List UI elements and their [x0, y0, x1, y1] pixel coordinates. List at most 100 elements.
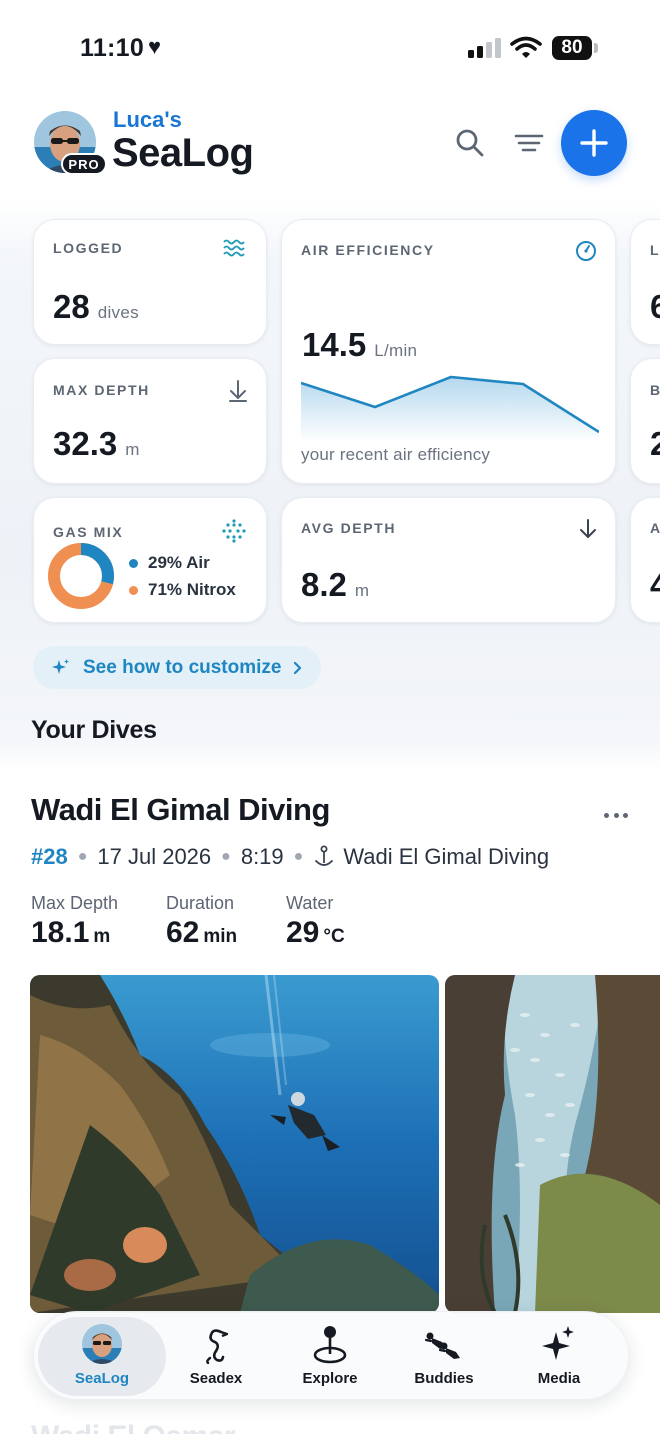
stat-water: Water 29 °C: [286, 893, 345, 950]
customize-button[interactable]: See how to customize: [33, 646, 321, 689]
tab-media[interactable]: Media: [504, 1312, 614, 1401]
card-value: 28 dives: [53, 288, 139, 326]
dive-photo[interactable]: [445, 975, 660, 1313]
nitrox-dot: [129, 585, 138, 595]
filter-icon[interactable]: [511, 125, 547, 161]
tab-label: SeaLog: [74, 1370, 130, 1387]
dot: [604, 812, 609, 818]
stat-value: 18.1 m: [31, 916, 118, 950]
plus-icon: [580, 129, 608, 157]
chevron-right-icon: [294, 661, 302, 674]
waves-icon: [222, 237, 246, 264]
card-label: LOGGED: [53, 240, 124, 256]
battery-indicator: 80: [552, 36, 592, 60]
tab-sealog[interactable]: SeaLog: [38, 1312, 166, 1401]
avg-depth-value: 8.2: [301, 566, 347, 603]
card-label: AIR EFFICIENCY: [301, 242, 435, 258]
legend-air: 29% Air: [129, 553, 210, 573]
divers-icon: [424, 1332, 460, 1359]
dive-title[interactable]: Wadi El Gimal Diving: [31, 792, 330, 828]
stat-card-air-efficiency[interactable]: AIR EFFICIENCY 14.5 L/min your recent air…: [281, 219, 616, 484]
separator-dot: ●: [293, 848, 304, 865]
stat-duration: Duration 62 min: [166, 893, 237, 950]
air-efficiency-sparkline: [301, 375, 599, 440]
legend-nitrox: 71% Nitrox: [129, 580, 236, 600]
gauge-icon: [575, 240, 597, 267]
air-caption: your recent air efficiency: [301, 445, 491, 464]
search-icon[interactable]: [452, 125, 488, 161]
avg-depth-unit: m: [354, 581, 370, 600]
max-depth-value: 32.3: [53, 425, 118, 462]
card-value: 2: [650, 425, 660, 462]
gas-mix-donut: [48, 543, 114, 609]
card-label: MAX DEPTH: [53, 382, 150, 398]
sparkle-icon: [52, 658, 69, 674]
dive-photo[interactable]: [30, 975, 439, 1313]
stat-card-max-depth[interactable]: MAX DEPTH 32.3 m: [33, 358, 267, 484]
tab-label: Buddies: [414, 1370, 474, 1387]
dive-date: 17 Jul 2026: [97, 844, 212, 869]
sparkles-icon: [542, 1326, 574, 1360]
card-value: 6: [650, 288, 660, 325]
stat-card-gas-mix[interactable]: GAS MIX 29% Air 71% Nitrox: [33, 497, 267, 623]
stat-label: Water: [286, 893, 334, 913]
air-unit: L/min: [374, 341, 418, 360]
stat-value: 62 min: [166, 916, 237, 950]
more-options-button[interactable]: [598, 805, 634, 825]
tab-seadex[interactable]: Seadex: [161, 1312, 271, 1401]
stat-card-partial[interactable]: A 4: [630, 497, 660, 623]
card-value: 32.3 m: [53, 425, 140, 463]
card-label: B: [650, 382, 660, 398]
add-dive-button[interactable]: [561, 110, 627, 176]
air-dot: [129, 558, 138, 568]
tab-buddies[interactable]: Buddies: [389, 1312, 499, 1401]
card-value: 14.5 L/min: [302, 326, 417, 364]
dive-site-icon: [315, 845, 334, 866]
legend-nitrox-label: 71% Nitrox: [148, 580, 236, 599]
pro-badge: PRO: [61, 153, 107, 175]
logged-value: 28: [53, 288, 90, 325]
owner-name: Luca's: [113, 107, 182, 132]
status-time: 11:10: [80, 34, 145, 62]
logged-unit: dives: [97, 303, 139, 322]
stat-card-avg-depth[interactable]: AVG DEPTH 8.2 m: [281, 497, 616, 623]
stat-unit: min: [203, 926, 238, 947]
bottom-tab-bar: SeaLog Seadex Explore Buddies Media: [33, 1311, 629, 1400]
battery-nub: [594, 43, 598, 53]
legend-air-label: 29% Air: [148, 553, 210, 572]
separator-dot: ●: [221, 848, 231, 865]
air-value: 14.5: [302, 326, 367, 363]
tab-explore[interactable]: Explore: [275, 1312, 385, 1401]
tab-label: Seadex: [189, 1370, 243, 1387]
map-pin-icon: [313, 1326, 347, 1364]
card-label: AVG DEPTH: [301, 520, 397, 536]
arrow-down-icon: [578, 518, 598, 545]
stat-card-partial[interactable]: L 6: [630, 219, 660, 345]
dot: [623, 812, 628, 818]
stat-number: 62: [166, 916, 200, 949]
arrow-down-icon: [228, 379, 248, 408]
card-value: 4: [650, 566, 660, 603]
heart-icon: ♥: [148, 34, 162, 59]
next-dive-title[interactable]: Wadi El Qamar: [31, 1420, 236, 1434]
customize-label: See how to customize: [83, 656, 282, 678]
dive-site[interactable]: Wadi El Gimal Diving: [343, 844, 549, 870]
tab-label: Media: [537, 1370, 581, 1387]
wifi-icon: [510, 36, 542, 65]
card-label: A: [650, 520, 660, 536]
max-depth-unit: m: [125, 440, 140, 459]
stat-unit: °C: [323, 926, 345, 947]
dive-number: #28: [31, 844, 68, 869]
card-value: 8.2 m: [301, 566, 369, 604]
stat-card-partial[interactable]: B 2: [630, 358, 660, 484]
card-label: L: [650, 242, 660, 258]
stat-label: Duration: [166, 893, 235, 913]
stat-card-logged[interactable]: LOGGED 28 dives: [33, 219, 267, 345]
avatar: [82, 1324, 122, 1364]
card-label: GAS MIX: [53, 524, 124, 540]
dot: [613, 812, 619, 818]
stat-value: 29 °C: [286, 916, 345, 950]
stat-unit: m: [93, 926, 111, 947]
tab-label: Explore: [302, 1370, 358, 1387]
stat-number: 29: [286, 916, 320, 949]
